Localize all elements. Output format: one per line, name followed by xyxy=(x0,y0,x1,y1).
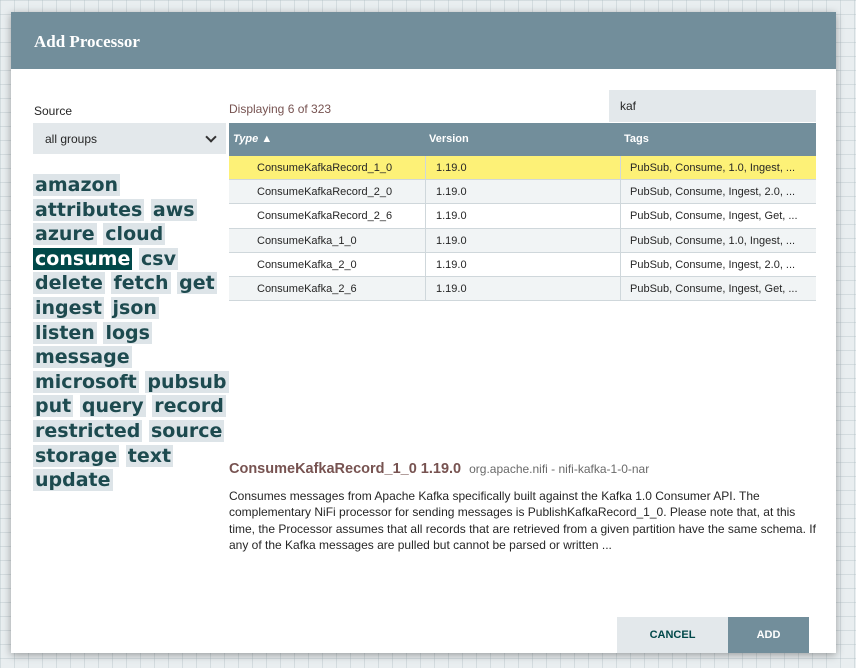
tag-put[interactable]: put xyxy=(33,395,74,418)
chevron-down-icon xyxy=(205,131,217,143)
tag-cloud: amazon attributes aws azure cloud consum… xyxy=(33,173,229,493)
column-divider xyxy=(620,204,621,228)
table-row[interactable]: ConsumeKafka_2_6 1.19.0 PubSub, Consume, I… xyxy=(229,276,816,302)
tag-get[interactable]: get xyxy=(177,272,217,295)
tag-text[interactable]: text xyxy=(125,444,174,467)
cell-version: 1.19.0 xyxy=(436,162,467,174)
column-divider xyxy=(425,228,426,252)
source-select-value: all groups xyxy=(45,132,98,146)
table-row[interactable]: ConsumeKafkaRecord_1_0 1.19.0 PubSub, Cons… xyxy=(229,156,816,181)
tag-azure[interactable]: azure xyxy=(33,223,97,246)
table-row[interactable]: ConsumeKafkaRecord_2_0 1.19.0 PubSub, Cons… xyxy=(229,180,816,205)
table-header: Type ▲ Version Tags xyxy=(229,123,816,156)
cell-tags: PubSub, Consume, Ingest, 2.0, ... xyxy=(630,258,796,271)
filter-input[interactable] xyxy=(609,90,816,122)
add-processor-dialog: Add Processor Source all groups amazon a… xyxy=(11,12,836,653)
processor-bundle: org.apache.nifi - nifi-kafka-1-0-nar xyxy=(469,462,650,476)
tag-attributes[interactable]: attributes xyxy=(33,198,145,221)
processor-description: Consumes messages from Apache Kafka spec… xyxy=(229,489,816,553)
cell-type: ConsumeKafka_2_6 xyxy=(257,282,357,295)
table-row[interactable]: ConsumeKafka_2_0 1.19.0 PubSub, Consume, I… xyxy=(229,252,816,277)
tag-source[interactable]: source xyxy=(149,419,225,442)
column-divider xyxy=(620,156,621,180)
processor-name: ConsumeKafkaRecord_1_0 1.19.0 xyxy=(229,461,462,477)
tag-consume[interactable]: consume xyxy=(33,247,133,270)
cell-tags: PubSub, Consume, 1.0, Ingest, ... xyxy=(630,234,796,247)
cell-version: 1.19.0 xyxy=(436,210,467,223)
tag-amazon[interactable]: amazon xyxy=(33,174,121,196)
column-divider xyxy=(620,276,621,301)
table-row[interactable]: ConsumeKafkaRecord_2_6 1.19.0 PubSub, Cons… xyxy=(229,204,816,229)
cell-version: 1.19.0 xyxy=(436,186,467,199)
tag-aws[interactable]: aws xyxy=(150,198,197,221)
cell-version: 1.19.0 xyxy=(436,258,467,271)
cell-tags: PubSub, Consume, Ingest, Get, ... xyxy=(630,210,798,223)
processor-table-body: ConsumeKafkaRecord_1_0 1.19.0 PubSub, Cons… xyxy=(229,156,816,302)
tag-ingest[interactable]: ingest xyxy=(33,296,104,319)
column-divider xyxy=(425,156,426,180)
cell-version: 1.19.0 xyxy=(436,234,467,247)
tag-logs[interactable]: logs xyxy=(103,321,152,344)
cancel-button[interactable]: CANCEL xyxy=(617,617,728,653)
column-divider xyxy=(620,180,621,204)
dialog-title: Add Processor xyxy=(34,32,140,51)
cell-type: ConsumeKafka_1_0 xyxy=(257,234,357,247)
displaying-count: Displaying 6 of 323 xyxy=(229,102,332,116)
tag-record[interactable]: record xyxy=(152,395,226,418)
tag-storage[interactable]: storage xyxy=(33,444,120,467)
cell-type: ConsumeKafka_2_0 xyxy=(257,258,357,271)
tag-delete[interactable]: delete xyxy=(33,272,105,295)
column-divider xyxy=(620,228,621,252)
tag-json[interactable]: json xyxy=(110,296,159,319)
column-header-version[interactable]: Version xyxy=(429,133,469,145)
cell-tags: PubSub, Consume, Ingest, 2.0, ... xyxy=(630,186,796,199)
column-header-type[interactable]: Type ▲ xyxy=(233,133,272,145)
tag-microsoft[interactable]: microsoft xyxy=(33,370,139,393)
tag-message[interactable]: message xyxy=(33,346,132,369)
tag-pubsub[interactable]: pubsub xyxy=(145,370,229,393)
cell-type: ConsumeKafkaRecord_2_6 xyxy=(257,210,393,223)
add-button[interactable]: ADD xyxy=(728,617,809,653)
column-divider xyxy=(425,180,426,204)
tag-restricted[interactable]: restricted xyxy=(33,419,143,442)
tag-csv[interactable]: csv xyxy=(139,247,178,270)
cell-tags: PubSub, Consume, Ingest, Get, ... xyxy=(630,282,798,295)
source-group-select[interactable]: all groups xyxy=(33,123,226,154)
cell-type: ConsumeKafkaRecord_1_0 xyxy=(257,162,393,174)
column-header-tags[interactable]: Tags xyxy=(624,133,649,145)
cell-type: ConsumeKafkaRecord_2_0 xyxy=(257,186,393,199)
tag-query[interactable]: query xyxy=(79,395,146,418)
tag-listen[interactable]: listen xyxy=(33,321,97,344)
column-divider xyxy=(425,276,426,301)
table-row[interactable]: ConsumeKafka_1_0 1.19.0 PubSub, Consume, 1… xyxy=(229,228,816,253)
tag-cloud[interactable]: cloud xyxy=(103,223,166,246)
column-divider xyxy=(425,252,426,276)
tag-fetch[interactable]: fetch xyxy=(111,272,171,295)
tag-update[interactable]: update xyxy=(33,469,113,492)
dialog-header: Add Processor xyxy=(11,12,836,69)
cell-version: 1.19.0 xyxy=(436,282,467,295)
processor-details-title: ConsumeKafkaRecord_1_0 1.19.0 org.apache.… xyxy=(229,461,649,477)
column-divider xyxy=(425,204,426,228)
source-label: Source xyxy=(34,104,73,118)
cell-tags: PubSub, Consume, 1.0, Ingest, ... xyxy=(630,162,796,174)
column-divider xyxy=(620,252,621,276)
